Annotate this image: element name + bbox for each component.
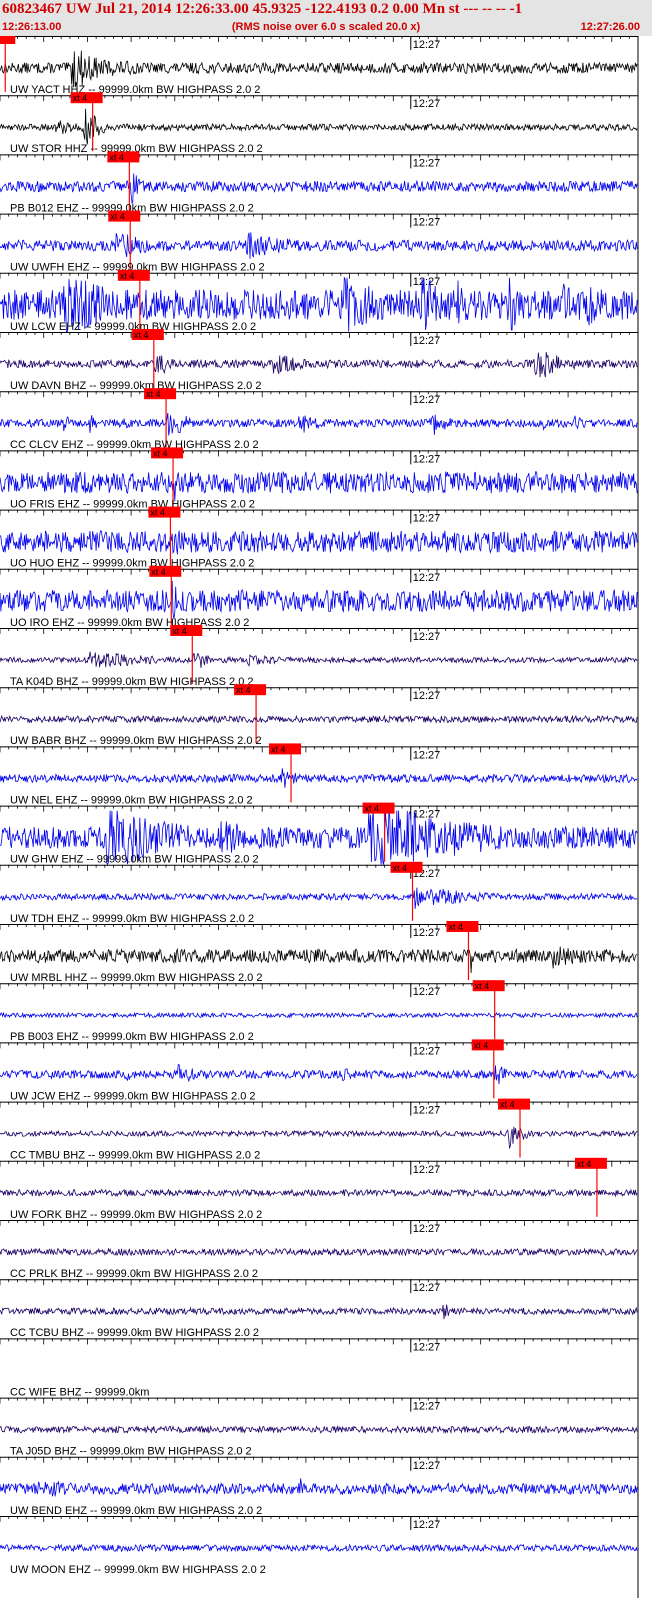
station-label: UW NEL EHZ -- 99999.0km BW HIGHPASS 2.0 … xyxy=(10,794,253,806)
waveform-trace xyxy=(0,946,638,974)
pick-label: xt 4 xyxy=(120,271,135,281)
pick-label: xt 4 xyxy=(577,1159,592,1169)
minute-tick-label: 12:27 xyxy=(413,1105,441,1117)
waveform-trace xyxy=(0,50,638,88)
pick-label: xt 4 xyxy=(109,152,124,162)
minute-tick-label: 12:27 xyxy=(413,217,441,229)
pick-label: xt 4 xyxy=(271,744,286,754)
waveform-trace xyxy=(0,714,638,724)
station-label: CC PRLK BHZ -- 99999.0km BW HIGHPASS 2.0… xyxy=(10,1268,258,1280)
minute-tick-label: 12:27 xyxy=(413,453,441,465)
station-label: TA J05D BHZ -- 99999.0km BW HIGHPASS 2.0… xyxy=(10,1446,252,1458)
waveform-trace xyxy=(0,1126,638,1150)
waveform-trace xyxy=(0,580,638,620)
minute-tick-label: 12:27 xyxy=(413,1401,441,1413)
minute-tick-label: 12:27 xyxy=(413,98,441,110)
seismogram-plot: 12:27xt 4UW YACT HHZ -- 99999.0km BW HIG… xyxy=(0,36,639,1598)
pick-label: xt 4 xyxy=(134,330,149,340)
minute-tick-label: 12:27 xyxy=(413,631,441,643)
minute-tick-label: 12:27 xyxy=(413,39,441,51)
waveform-trace xyxy=(0,887,638,910)
event-title: 60823467 UW Jul 21, 2014 12:26:33.00 45.… xyxy=(2,1,523,17)
waveform-trace xyxy=(0,1063,638,1085)
waveform-trace xyxy=(0,412,638,436)
waveform-trace xyxy=(0,1188,638,1198)
waveform-trace xyxy=(0,1304,638,1320)
minute-tick-label: 12:27 xyxy=(413,809,441,821)
station-label: UW BABR BHZ -- 99999.0km BW HIGHPASS 2.0… xyxy=(10,735,262,747)
minute-tick-label: 12:27 xyxy=(413,1282,441,1294)
station-label: UW YACT HHZ -- 99999.0km BW HIGHPASS 2.0… xyxy=(10,84,260,96)
station-label: UW MRBL HHZ -- 99999.0km BW HIGHPASS 2.0… xyxy=(10,972,262,984)
waveform-trace xyxy=(0,108,638,145)
station-label: UW TDH EHZ -- 99999.0km BW HIGHPASS 2.0 … xyxy=(10,913,254,925)
minute-tick-label: 12:27 xyxy=(413,1341,441,1353)
pick-label: xt 4 xyxy=(73,93,88,103)
waveform-trace xyxy=(0,1424,638,1435)
minute-tick-label: 12:27 xyxy=(413,1045,441,1057)
pick-label: xt 4 xyxy=(236,685,251,695)
station-label: UO FRIS EHZ -- 99999.0km BW HIGHPASS 2.0… xyxy=(10,498,255,510)
minute-tick-label: 12:27 xyxy=(413,986,441,998)
station-label: UO IRO EHZ -- 99999.0km BW HIGHPASS 2.0 … xyxy=(10,617,249,629)
pick-label: xt 4 xyxy=(150,508,165,518)
minute-tick-label: 12:27 xyxy=(413,513,441,525)
minute-tick-label: 12:27 xyxy=(413,394,441,406)
pick-label: xt 4 xyxy=(474,1040,489,1050)
station-label: CC TCBU BHZ -- 99999.0km BW HIGHPASS 2.0… xyxy=(10,1327,259,1339)
waveform-trace xyxy=(0,1011,638,1019)
pick-label: xt 4 xyxy=(475,981,490,991)
minute-tick-label: 12:27 xyxy=(413,690,441,702)
station-label: UO HUO EHZ -- 99999.0km BW HIGHPASS 2.0 … xyxy=(10,558,254,570)
waveform-trace xyxy=(0,173,638,205)
minute-tick-label: 12:27 xyxy=(413,157,441,169)
station-label: UW BEND EHZ -- 99999.0km BW HIGHPASS 2.0… xyxy=(10,1505,262,1517)
minute-tick-label: 12:27 xyxy=(413,1460,441,1472)
pick-label: xt 4 xyxy=(500,1100,515,1110)
pick-label: xt 4 xyxy=(110,212,125,222)
station-label: UW GHW EHZ -- 99999.0km BW HIGHPASS 2.0 … xyxy=(10,854,259,866)
waveform-trace xyxy=(0,1247,638,1257)
minute-tick-label: 12:27 xyxy=(413,927,441,939)
minute-tick-label: 12:27 xyxy=(413,749,441,761)
pick-label: xt 4 xyxy=(393,863,408,873)
station-label: UW JCW EHZ -- 99999.0km BW HIGHPASS 2.0 … xyxy=(10,1090,256,1102)
pick-box xyxy=(0,36,16,44)
waveform-trace xyxy=(0,352,638,378)
minute-tick-label: 12:27 xyxy=(413,1164,441,1176)
waveform-trace xyxy=(0,1543,638,1553)
waveform-trace xyxy=(0,1478,638,1497)
pick-label: xt 4 xyxy=(448,922,463,932)
station-label: UW MOON EHZ -- 99999.0km BW HIGHPASS 2.0… xyxy=(10,1564,266,1576)
waveform-trace xyxy=(0,768,638,788)
pick-label: xt 4 xyxy=(153,448,168,458)
minute-tick-label: 12:27 xyxy=(413,335,441,347)
station-label: UW FORK BHZ -- 99999.0km BW HIGHPASS 2.0… xyxy=(10,1209,262,1221)
minute-tick-label: 12:27 xyxy=(413,1519,441,1531)
pick-label: xt 4 xyxy=(151,567,166,577)
station-label: PB B003 EHZ -- 99999.0km BW HIGHPASS 2.0… xyxy=(10,1031,254,1043)
waveform-trace xyxy=(0,470,638,502)
minute-tick-label: 12:27 xyxy=(413,1223,441,1235)
pick-label: xt 4 xyxy=(146,389,161,399)
station-label: CC TMBU BHZ -- 99999.0km BW HIGHPASS 2.0… xyxy=(10,1150,260,1162)
station-label: TA K04D BHZ -- 99999.0km BW HIGHPASS 2.0… xyxy=(10,676,254,688)
end-time: 12:27:26.00 xyxy=(580,21,640,33)
waveform-trace xyxy=(0,651,638,668)
waveform-trace xyxy=(0,530,638,555)
station-label: CC WIFE BHZ -- 99999.0km xyxy=(10,1386,149,1398)
header-bar: 60823467 UW Jul 21, 2014 12:26:33.00 45.… xyxy=(0,0,652,36)
rms-subtitle: (RMS noise over 6.0 s scaled 20.0 x) xyxy=(231,21,421,33)
pick-label: xt 4 xyxy=(365,804,380,814)
pick-label: xt 4 xyxy=(172,626,187,636)
station-label: UW DAVN BHZ -- 99999.0km BW HIGHPASS 2.0… xyxy=(10,380,261,392)
minute-tick-label: 12:27 xyxy=(413,276,441,288)
station-label: CC CLCV EHZ -- 99999.0km BW HIGHPASS 2.0… xyxy=(10,439,259,451)
minute-tick-label: 12:27 xyxy=(413,572,441,584)
waveform-trace xyxy=(0,232,638,259)
